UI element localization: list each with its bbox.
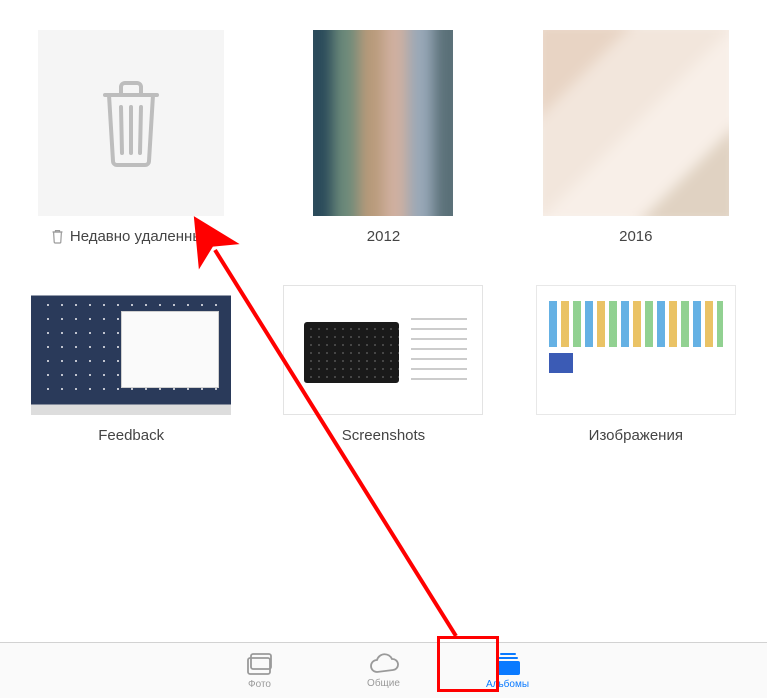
album-label-2016: 2016: [619, 228, 652, 245]
tab-label: Общие: [367, 678, 400, 689]
album-thumb-2016: [543, 30, 729, 216]
cloud-icon: [367, 652, 401, 676]
album-label-feedback: Feedback: [98, 427, 164, 444]
album-label-2012: 2012: [367, 228, 400, 245]
albums-grid: Недавно удаленные 2012 2016 Feedback: [30, 30, 737, 444]
tab-shared[interactable]: Общие: [352, 652, 416, 689]
album-2012[interactable]: 2012: [282, 30, 484, 245]
album-screenshots[interactable]: Screenshots: [282, 285, 484, 444]
albums-icon: [493, 651, 523, 677]
album-2016[interactable]: 2016: [535, 30, 737, 245]
tab-photos[interactable]: Фото: [228, 651, 292, 690]
album-label-text: Screenshots: [342, 427, 425, 444]
tab-label: Фото: [248, 679, 271, 690]
tab-albums[interactable]: Альбомы: [476, 651, 540, 690]
album-label-text: Недавно удаленные: [70, 228, 212, 245]
trash-icon: [51, 229, 64, 244]
album-label-izobrazheniya: Изображения: [589, 427, 683, 444]
album-feedback[interactable]: Feedback: [30, 285, 232, 444]
album-label-recently-deleted: Недавно удаленные: [51, 228, 212, 245]
album-label-text: Изображения: [589, 427, 683, 444]
album-izobrazheniya[interactable]: Изображения: [535, 285, 737, 444]
album-thumb-izobrazheniya: [536, 285, 736, 415]
album-thumb-feedback: [31, 285, 231, 415]
album-recently-deleted[interactable]: Недавно удаленные: [30, 30, 232, 245]
album-thumb-screenshots: [283, 285, 483, 415]
album-label-screenshots: Screenshots: [342, 427, 425, 444]
photos-stack-icon: [245, 651, 275, 677]
album-label-text: 2012: [367, 228, 400, 245]
album-thumb-recently-deleted: [38, 30, 224, 216]
trash-icon: [91, 75, 171, 171]
tab-label: Альбомы: [486, 679, 529, 690]
tab-bar: Фото Общие Альбомы: [0, 642, 767, 698]
album-label-text: 2016: [619, 228, 652, 245]
album-label-text: Feedback: [98, 427, 164, 444]
album-thumb-2012: [313, 30, 453, 216]
albums-grid-container: Недавно удаленные 2012 2016 Feedback: [0, 0, 767, 642]
